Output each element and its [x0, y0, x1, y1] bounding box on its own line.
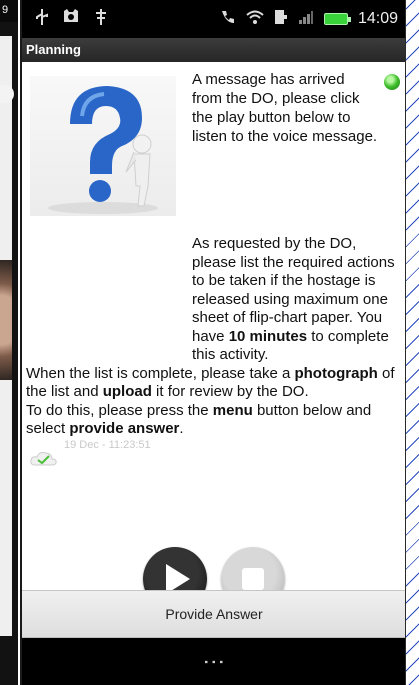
request-text: As requested by the DO, please list the …: [192, 235, 395, 363]
status-bar: 14:09: [22, 0, 406, 38]
app-title-bar: Planning: [22, 38, 406, 62]
battery-icon: [323, 13, 351, 25]
gesture-icon: [92, 8, 110, 31]
message-meta: 19 Dec - 11:23:51: [30, 437, 151, 467]
menu-icon[interactable]: ⋮: [202, 651, 227, 673]
status-left-icons: [22, 8, 110, 31]
delivered-check-icon: [30, 452, 57, 466]
question-mark-illustration: [30, 76, 176, 216]
instruction-text: As requested by the DO, please list the …: [26, 235, 404, 439]
message-intro: A message has arrived from the DO, pleas…: [192, 70, 400, 165]
message-timestamp: 19 Dec - 11:23:51: [64, 439, 151, 451]
call-icon: [220, 9, 236, 30]
request-paragraph: As requested by the DO, please list the …: [26, 235, 404, 365]
menu-instruction: To do this, please press the menu button…: [26, 401, 372, 438]
provide-answer-button[interactable]: Provide Answer: [22, 590, 406, 638]
new-message-indicator-icon: [384, 74, 400, 90]
signal-icon: [298, 9, 314, 30]
thinking-figure-icon: [48, 86, 158, 214]
page-title: Planning: [26, 42, 81, 57]
wifi-icon: [246, 9, 264, 30]
usb-icon: [34, 8, 50, 31]
stop-icon: [242, 568, 264, 590]
message-content: A message has arrived from the DO, pleas…: [22, 62, 406, 611]
navigation-bar: ⋮: [22, 638, 406, 685]
status-time: 14:09: [357, 10, 398, 27]
adjacent-phone-strip: 9: [0, 0, 18, 685]
provide-answer-label: Provide Answer: [165, 606, 263, 622]
adjacent-photo: [0, 260, 12, 380]
arrival-message: A message has arrived from the DO, pleas…: [192, 70, 400, 146]
photo-instruction: When the list is complete, please take a…: [26, 364, 395, 401]
phone-frame: 14:09 Planning A message has arrived fro…: [20, 0, 406, 685]
paper-edge-decoration: [405, 0, 419, 685]
cat-icon: [62, 8, 80, 31]
adjacent-status-digit: 9: [2, 4, 9, 16]
status-right-icons: 14:09: [220, 9, 406, 30]
adjacent-status-bar: 9: [0, 0, 18, 22]
data-icon: [274, 9, 288, 30]
